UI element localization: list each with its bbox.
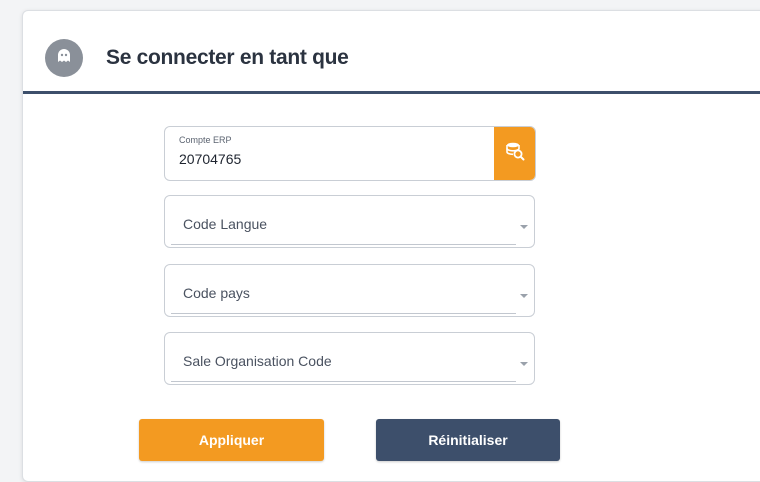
field-underline (171, 381, 516, 382)
country-code-placeholder: Code pays (183, 285, 250, 301)
avatar (45, 39, 83, 77)
country-code-select[interactable]: Code pays (164, 264, 535, 317)
language-code-placeholder: Code Langue (183, 216, 268, 232)
erp-account-label: Compte ERP (179, 135, 232, 145)
database-search-icon (504, 140, 526, 167)
ghost-icon (55, 47, 73, 70)
chevron-down-icon[interactable] (520, 362, 528, 366)
erp-account-field[interactable]: Compte ERP 20704765 (164, 126, 536, 181)
erp-account-value[interactable]: 20704765 (179, 151, 241, 167)
field-underline (171, 244, 516, 245)
sale-organisation-code-placeholder: Sale Organisation Code (183, 353, 332, 369)
language-code-select[interactable]: Code Langue (164, 195, 535, 248)
field-underline (171, 313, 516, 314)
login-as-dialog: Se connecter en tant que Compte ERP 2070… (22, 10, 760, 482)
chevron-down-icon[interactable] (520, 294, 528, 298)
dialog-header: Se connecter en tant que (23, 11, 760, 94)
sale-organisation-code-select[interactable]: Sale Organisation Code (164, 332, 535, 385)
reset-button[interactable]: Réinitialiser (376, 419, 560, 461)
chevron-down-icon[interactable] (520, 225, 528, 229)
erp-search-button[interactable] (494, 127, 535, 180)
apply-button[interactable]: Appliquer (139, 419, 324, 461)
dialog-title: Se connecter en tant que (106, 46, 349, 69)
